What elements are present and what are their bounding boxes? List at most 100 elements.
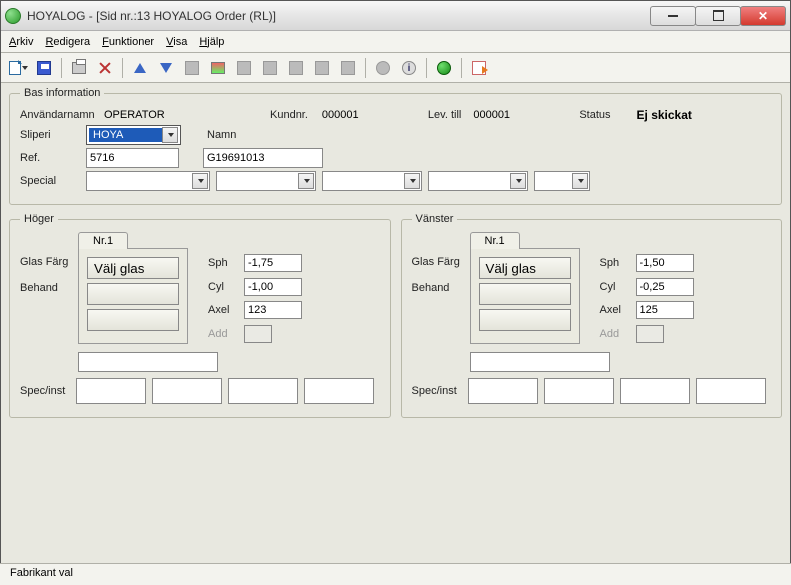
namn-input[interactable]: [203, 148, 323, 168]
ref-input[interactable]: [86, 148, 179, 168]
down-button[interactable]: [155, 57, 177, 79]
statusbar: Fabrikant val: [0, 563, 791, 585]
hoger-spec-2[interactable]: [152, 378, 222, 404]
vanster-farg-button[interactable]: [479, 283, 571, 305]
titlebar: HOYALOG - [Sid nr.:13 HOYALOG Order (RL)…: [1, 1, 790, 31]
info-button[interactable]: i: [398, 57, 420, 79]
vanster-group: Vänster Nr.1 Glas Färg Behand Välj glas: [401, 213, 783, 418]
menu-funktioner[interactable]: Funktioner: [102, 36, 154, 48]
hoger-glas-label: Glas: [20, 256, 43, 282]
vanster-legend: Vänster: [412, 213, 458, 225]
new-button[interactable]: [7, 57, 29, 79]
vanster-glas-button[interactable]: Välj glas: [479, 257, 571, 279]
hoger-add-input: [244, 325, 272, 343]
tool-3[interactable]: [233, 57, 255, 79]
tool-2[interactable]: [207, 57, 229, 79]
vanster-spec-4[interactable]: [696, 378, 766, 404]
hoger-spec-label: Spec/inst: [20, 385, 70, 397]
hoger-tab-1[interactable]: Nr.1: [78, 232, 128, 249]
tool-1[interactable]: [181, 57, 203, 79]
special-select-2[interactable]: [216, 171, 316, 191]
minimize-button[interactable]: [650, 6, 696, 26]
hoger-behand-button[interactable]: [87, 309, 179, 331]
save-button[interactable]: [33, 57, 55, 79]
hoger-axel-input[interactable]: [244, 301, 302, 319]
vanster-spec-3[interactable]: [620, 378, 690, 404]
sliperi-select[interactable]: HOYA: [86, 125, 181, 145]
hoger-behand-label: Behand: [20, 282, 58, 308]
app-icon: [5, 8, 21, 24]
tool-7[interactable]: [337, 57, 359, 79]
menu-visa[interactable]: Visa: [166, 36, 187, 48]
sliperi-label: Sliperi: [20, 129, 80, 141]
globe-button[interactable]: [433, 57, 455, 79]
hoger-axel-label: Axel: [208, 304, 238, 316]
vanster-cyl-label: Cyl: [600, 281, 630, 293]
tool-8[interactable]: [372, 57, 394, 79]
status-label: Status: [579, 109, 610, 121]
vanster-sph-label: Sph: [600, 257, 630, 269]
hoger-group: Höger Nr.1 Glas Färg Behand Välj glas: [9, 213, 391, 418]
special-select-5[interactable]: [534, 171, 590, 191]
namn-label: Namn: [207, 129, 236, 141]
menubar: Arkiv Redigera Funktioner Visa Hjälp: [1, 31, 790, 53]
hoger-farg-label: Färg: [46, 256, 69, 282]
chevron-down-icon: [162, 127, 178, 143]
vanster-cyl-input[interactable]: [636, 278, 694, 296]
levtill-label: Lev. till: [428, 109, 461, 121]
vanster-farg-label: Färg: [437, 256, 460, 282]
menu-arkiv[interactable]: Arkiv: [9, 36, 33, 48]
toolbar: i: [1, 53, 790, 83]
maximize-button[interactable]: [695, 6, 741, 26]
hoger-legend: Höger: [20, 213, 58, 225]
print-button[interactable]: [68, 57, 90, 79]
vanster-behand-button[interactable]: [479, 309, 571, 331]
hoger-spec-1[interactable]: [76, 378, 146, 404]
hoger-spec-3[interactable]: [228, 378, 298, 404]
special-select-4[interactable]: [428, 171, 528, 191]
hoger-farg-button[interactable]: [87, 283, 179, 305]
kundnr-value: 000001: [322, 109, 392, 121]
status-value: Ej skickat: [637, 108, 692, 122]
hoger-cyl-input[interactable]: [244, 278, 302, 296]
kundnr-label: Kundnr.: [270, 109, 308, 121]
tool-4[interactable]: [259, 57, 281, 79]
tool-6[interactable]: [311, 57, 333, 79]
vanster-tab-1[interactable]: Nr.1: [470, 232, 520, 249]
anvandarnamn-value: OPERATOR: [104, 109, 224, 121]
bas-legend: Bas information: [20, 87, 104, 99]
vanster-extra-input[interactable]: [470, 352, 610, 372]
up-button[interactable]: [129, 57, 151, 79]
hoger-add-label: Add: [208, 328, 238, 340]
hoger-spec-4[interactable]: [304, 378, 374, 404]
menu-redigera[interactable]: Redigera: [45, 36, 90, 48]
vanster-add-label: Add: [600, 328, 630, 340]
hoger-sph-label: Sph: [208, 257, 238, 269]
special-select-3[interactable]: [322, 171, 422, 191]
vanster-sph-input[interactable]: [636, 254, 694, 272]
ref-label: Ref.: [20, 152, 80, 164]
menu-hjalp[interactable]: Hjälp: [199, 36, 224, 48]
hoger-cyl-label: Cyl: [208, 281, 238, 293]
anvandarnamn-label: Användarnamn: [20, 109, 98, 121]
vanster-spec-label: Spec/inst: [412, 385, 462, 397]
close-button[interactable]: ✕: [740, 6, 786, 26]
special-label: Special: [20, 175, 80, 187]
exit-button[interactable]: [468, 57, 490, 79]
special-select-1[interactable]: [86, 171, 210, 191]
vanster-axel-label: Axel: [600, 304, 630, 316]
vanster-axel-input[interactable]: [636, 301, 694, 319]
hoger-glas-button[interactable]: Välj glas: [87, 257, 179, 279]
vanster-spec-1[interactable]: [468, 378, 538, 404]
bas-information-group: Bas information Användarnamn OPERATOR Ku…: [9, 87, 782, 205]
vanster-glas-label: Glas: [412, 256, 435, 282]
vanster-add-input: [636, 325, 664, 343]
window-title: HOYALOG - [Sid nr.:13 HOYALOG Order (RL)…: [27, 9, 651, 23]
vanster-behand-label: Behand: [412, 282, 450, 308]
tool-5[interactable]: [285, 57, 307, 79]
vanster-spec-2[interactable]: [544, 378, 614, 404]
delete-button[interactable]: [94, 57, 116, 79]
levtill-value: 000001: [473, 109, 543, 121]
hoger-sph-input[interactable]: [244, 254, 302, 272]
hoger-extra-input[interactable]: [78, 352, 218, 372]
